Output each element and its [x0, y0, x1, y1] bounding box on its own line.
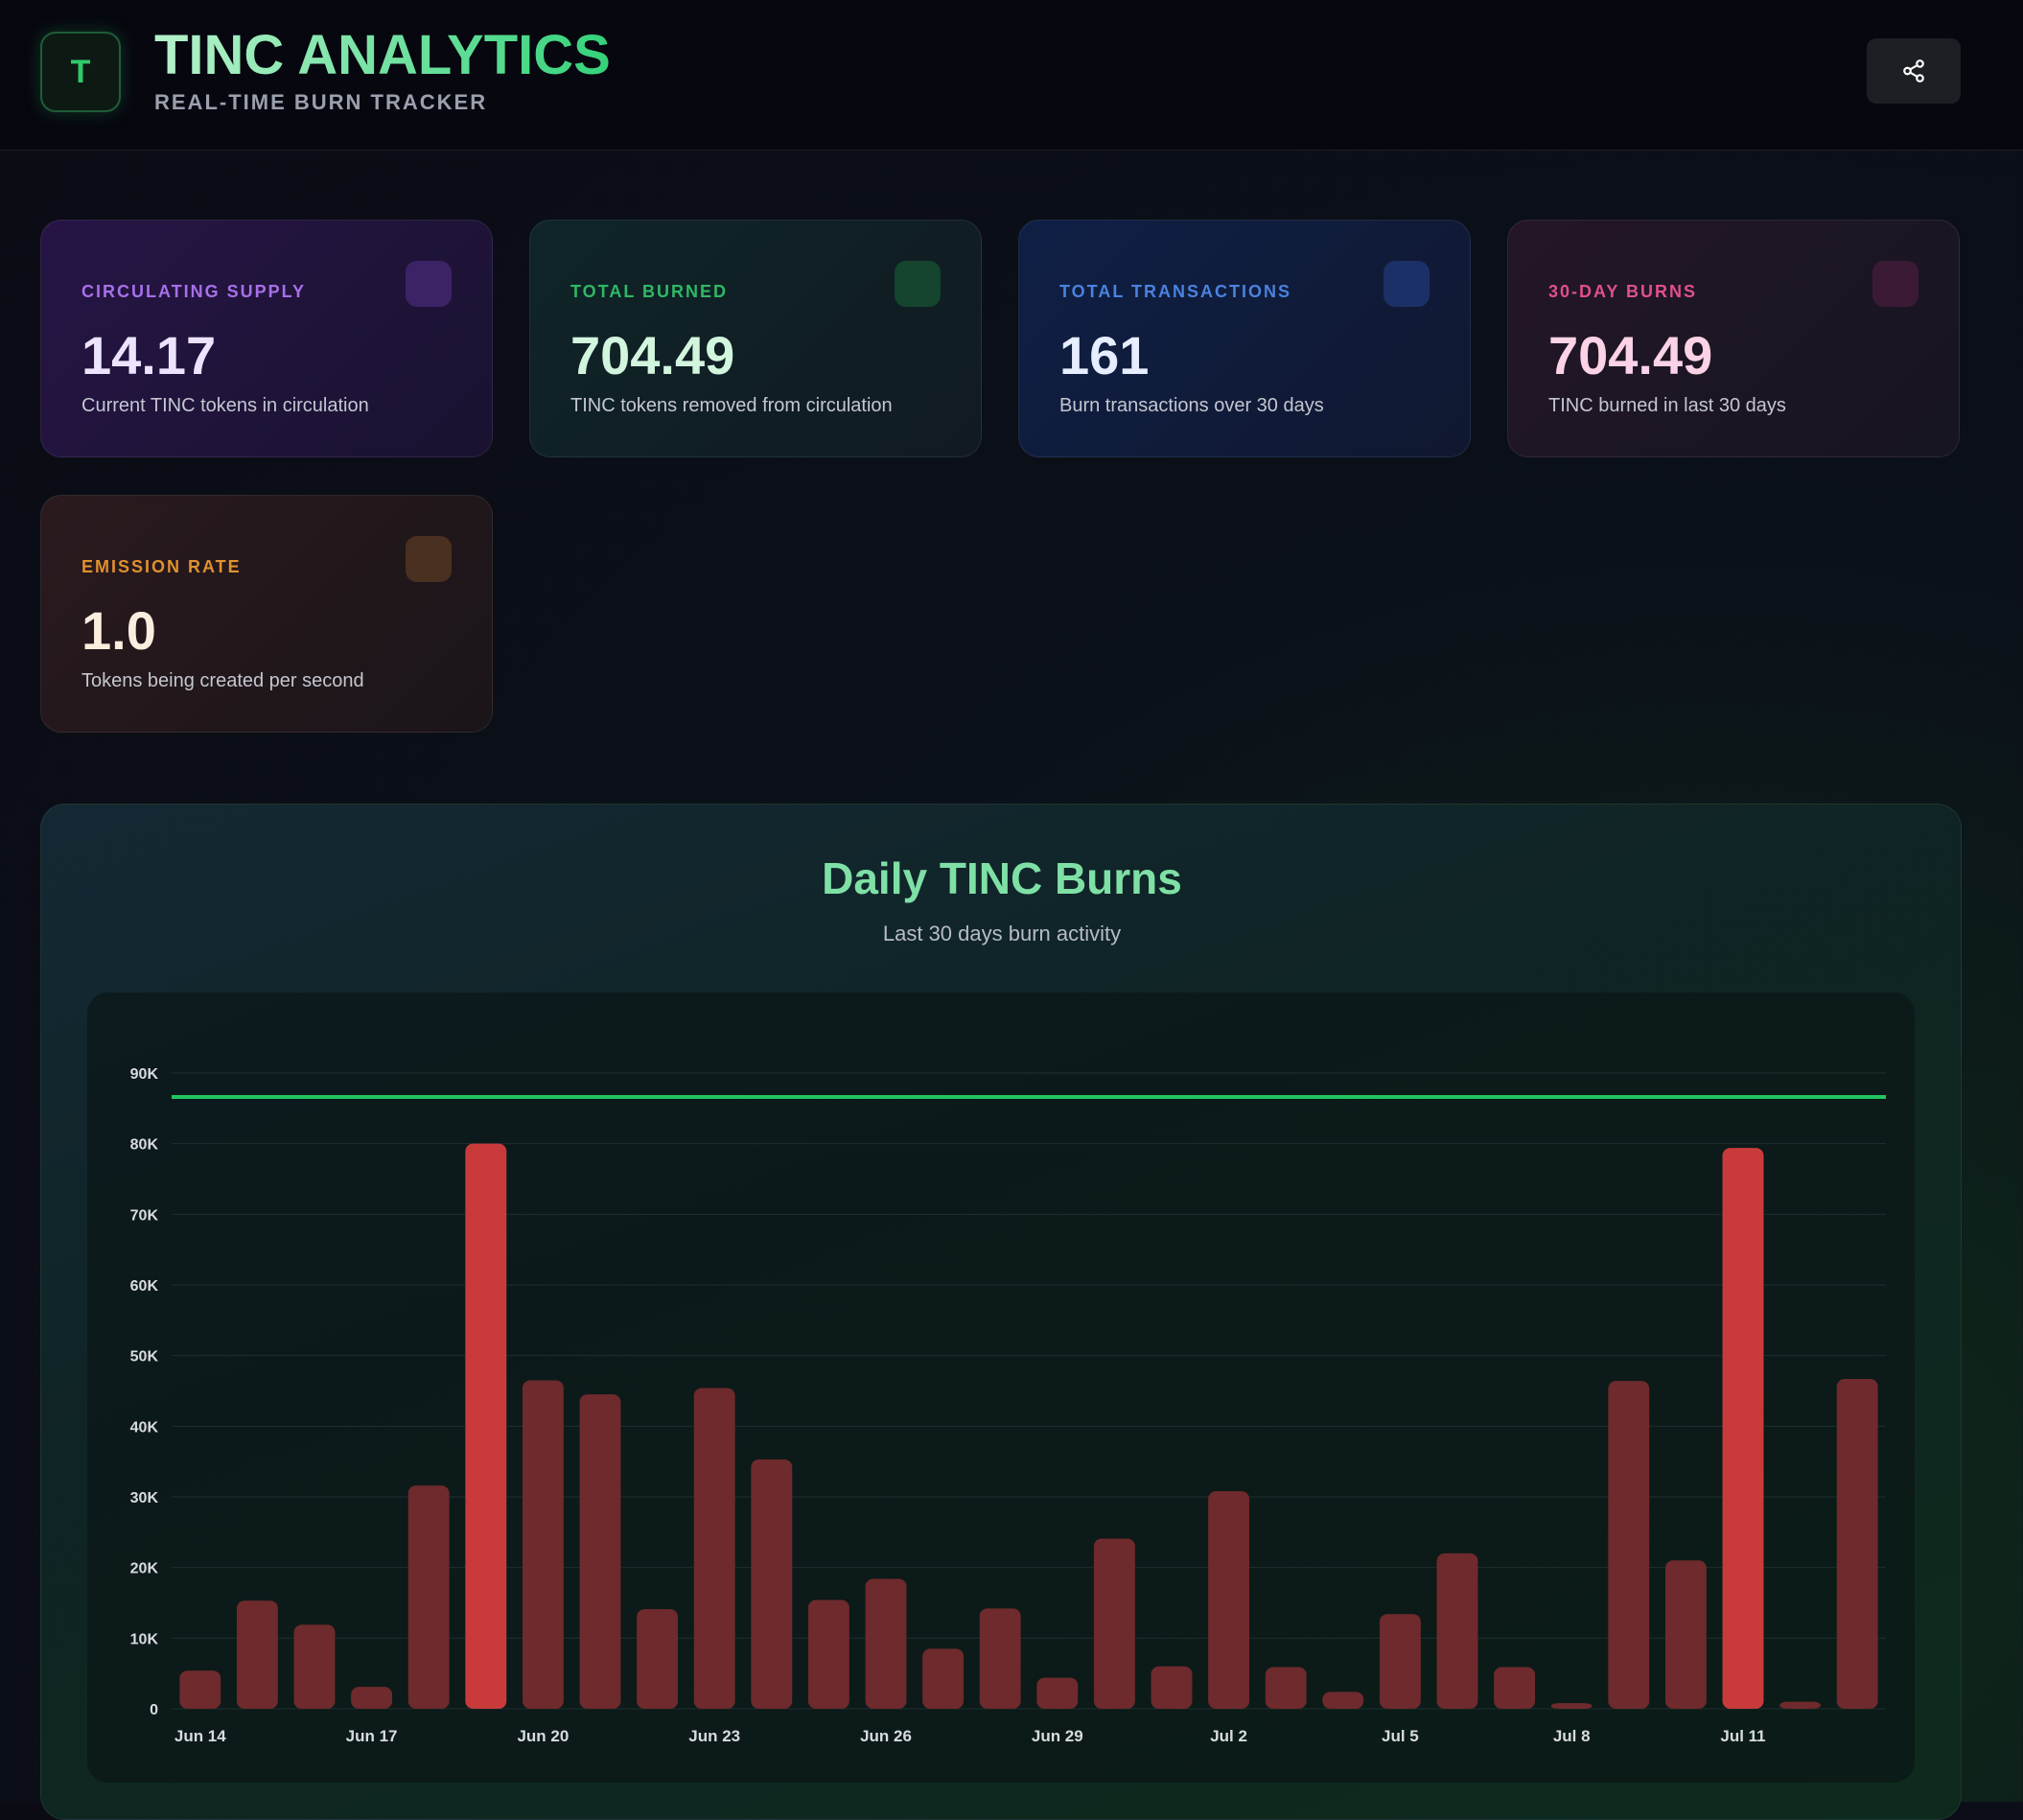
stat-card-30-day-burns: 30-DAY BURNS 704.49 TINC burned in last …	[1507, 220, 1960, 457]
share-button[interactable]	[1867, 38, 1961, 104]
y-tick-label: 50K	[130, 1349, 159, 1365]
stat-card-label: TOTAL TRANSACTIONS	[1059, 282, 1291, 301]
stat-card-label: 30-DAY BURNS	[1548, 282, 1698, 301]
stat-card-description: Current TINC tokens in circulation	[81, 395, 369, 416]
stat-card-total-transactions: TOTAL TRANSACTIONS 161 Burn transactions…	[1018, 220, 1471, 457]
stat-card-label: TOTAL BURNED	[570, 282, 729, 301]
bar	[1208, 1491, 1250, 1709]
bar	[865, 1578, 907, 1709]
stat-card-icon	[1872, 261, 1918, 307]
bar	[1664, 1560, 1707, 1709]
bar	[1608, 1381, 1650, 1709]
x-tick-label: Jun 20	[517, 1727, 569, 1745]
stat-card-description: TINC burned in last 30 days	[1548, 395, 1786, 416]
chart-subtitle: Last 30 days burn activity	[882, 922, 1122, 945]
stat-card-description: TINC tokens removed from circulation	[570, 395, 893, 416]
y-tick-label: 80K	[130, 1137, 159, 1154]
y-tick-label: 10K	[130, 1631, 159, 1647]
bar	[1722, 1148, 1764, 1709]
stat-card-emission-rate: EMISSION RATE 1.0 Tokens being created p…	[40, 495, 493, 733]
stat-card-total-burned: TOTAL BURNED 704.49 TINC tokens removed …	[529, 220, 982, 457]
x-tick-label: Jun 23	[688, 1727, 740, 1745]
y-tick-label: 70K	[130, 1207, 159, 1224]
stat-card-description: Tokens being created per second	[81, 670, 364, 691]
chart-title: Daily TINC Burns	[822, 853, 1182, 903]
stat-card-icon	[1384, 261, 1430, 307]
app-title: TINC ANALYTICS	[154, 24, 611, 86]
bar	[751, 1458, 793, 1709]
bar	[1036, 1677, 1079, 1709]
bar	[979, 1608, 1021, 1709]
bar	[1494, 1667, 1536, 1709]
stat-card-icon	[406, 536, 452, 582]
stat-card-value: 14.17	[81, 325, 217, 385]
bar	[1379, 1614, 1421, 1709]
bar	[1550, 1703, 1593, 1709]
bar	[637, 1609, 679, 1709]
bar	[351, 1687, 393, 1709]
x-tick-label: Jul 11	[1720, 1727, 1765, 1745]
bar	[179, 1670, 221, 1709]
bar	[579, 1394, 621, 1709]
bar	[1322, 1692, 1364, 1709]
x-tick-label: Jul 2	[1210, 1727, 1247, 1745]
bar	[1093, 1538, 1135, 1709]
y-tick-label: 30K	[130, 1490, 159, 1506]
x-tick-label: Jul 5	[1382, 1727, 1419, 1745]
stat-card-value: 161	[1059, 325, 1150, 385]
bar	[1151, 1666, 1193, 1709]
x-tick-label: Jun 14	[174, 1727, 226, 1745]
y-tick-label: 60K	[130, 1278, 159, 1295]
stat-card-value: 1.0	[81, 600, 156, 661]
daily-burns-bar-chart: 0 10K 20K 30K 40K 50K 60K 70K 80K 90K Jun 14 Jun 17…	[130, 1066, 1886, 1745]
x-tick-label: Jun 29	[1032, 1727, 1083, 1745]
bar	[922, 1648, 965, 1709]
x-tick-label: Jun 17	[346, 1727, 398, 1745]
stat-card-icon	[895, 261, 941, 307]
app-subtitle: REAL-TIME BURN TRACKER	[154, 90, 488, 114]
bar	[522, 1380, 564, 1709]
bar	[807, 1599, 849, 1709]
y-tick-label: 90K	[130, 1066, 159, 1083]
stat-card-label: EMISSION RATE	[81, 557, 242, 576]
stat-card-label: CIRCULATING SUPPLY	[81, 282, 307, 301]
bar	[1265, 1667, 1307, 1709]
share-icon	[1903, 59, 1924, 82]
top-header: T TINC ANALYTICS REAL-TIME BURN TRACKER	[0, 0, 2023, 151]
chart-container: 0 10K 20K 30K 40K 50K 60K 70K 80K 90K Jun 14 Jun 17…	[87, 992, 1915, 1783]
stat-card-icon	[406, 261, 452, 307]
bar	[1779, 1701, 1822, 1709]
bar	[1836, 1378, 1878, 1709]
bar	[407, 1485, 450, 1709]
bar	[693, 1388, 735, 1709]
bar	[236, 1600, 278, 1709]
stat-card-value: 704.49	[570, 325, 735, 385]
y-tick-label: 20K	[130, 1561, 159, 1577]
stat-card-description: Burn transactions over 30 days	[1059, 395, 1324, 416]
bar	[293, 1624, 336, 1709]
stat-card-value: 704.49	[1548, 325, 1713, 385]
y-tick-label: 0	[150, 1702, 158, 1718]
y-tick-label: 40K	[130, 1419, 159, 1435]
logo-letter: T	[70, 53, 91, 90]
app-logo: T	[40, 32, 121, 112]
bar	[1436, 1552, 1478, 1709]
chart-panel: Daily TINC Burns Last 30 days burn activ…	[40, 804, 1962, 1820]
x-tick-label: Jul 8	[1553, 1727, 1591, 1745]
bar	[465, 1143, 507, 1709]
x-tick-label: Jun 26	[860, 1727, 912, 1745]
stat-card-circulating-supply: CIRCULATING SUPPLY 14.17 Current TINC to…	[40, 220, 493, 457]
